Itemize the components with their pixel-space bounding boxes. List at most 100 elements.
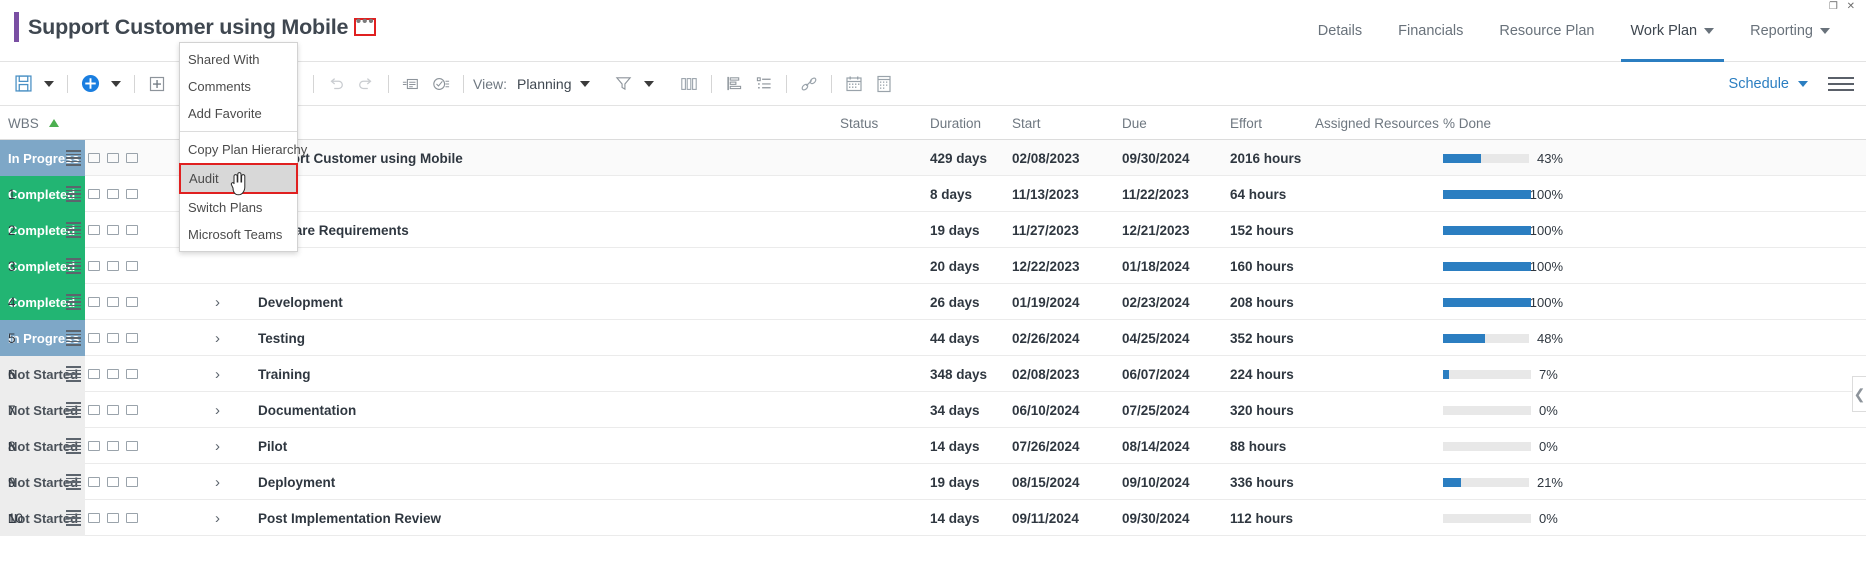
row-icon-group[interactable] — [66, 356, 176, 392]
row-icon-group[interactable] — [66, 140, 176, 176]
schedule-selector[interactable]: Schedule — [1729, 76, 1808, 92]
task-detail-icon[interactable] — [66, 366, 81, 382]
nav-tab-financials[interactable]: Financials — [1380, 0, 1481, 62]
attachment-icon[interactable] — [126, 333, 138, 343]
table-row[interactable]: 4 › Development Completed 26 days 01/19/2024 0… — [0, 284, 1866, 320]
comment-icon[interactable] — [107, 405, 119, 415]
add-task-button[interactable] — [75, 69, 105, 99]
columns-button[interactable] — [674, 69, 704, 99]
attachment-icon[interactable] — [126, 441, 138, 451]
filter-button[interactable] — [608, 69, 638, 99]
table-row[interactable]: 8 › Pilot Not Started 14 days 07/26/2024 08/14… — [0, 428, 1866, 464]
toolbar-menu-button[interactable] — [1828, 76, 1854, 91]
comment-icon[interactable] — [107, 333, 119, 343]
note-icon[interactable] — [88, 189, 100, 199]
note-icon[interactable] — [88, 225, 100, 235]
notes-button[interactable] — [869, 69, 899, 99]
nav-tab-resource-plan[interactable]: Resource Plan — [1481, 0, 1612, 62]
expand-chevron-icon[interactable]: › — [215, 284, 220, 320]
attachment-icon[interactable] — [126, 297, 138, 307]
menu-item-switch-plans[interactable]: Switch Plans — [180, 194, 297, 221]
align-button[interactable] — [719, 69, 749, 99]
attachment-icon[interactable] — [126, 405, 138, 415]
note-icon[interactable] — [88, 477, 100, 487]
attachment-icon[interactable] — [126, 477, 138, 487]
calendar-button[interactable] — [839, 69, 869, 99]
add-dropdown-button[interactable] — [105, 69, 127, 99]
save-button[interactable] — [8, 69, 38, 99]
row-icon-group[interactable] — [66, 392, 176, 428]
plan-options-ellipsis-button[interactable]: ••• — [354, 14, 377, 36]
column-header-wbs[interactable]: WBS — [8, 106, 59, 140]
assign-resource-button[interactable] — [396, 69, 426, 99]
menu-item-shared-with[interactable]: Shared With — [180, 46, 297, 73]
column-header-start[interactable]: Start — [1012, 106, 1041, 140]
attachment-icon[interactable] — [126, 261, 138, 271]
menu-item-audit[interactable]: Audit — [179, 163, 298, 194]
save-dropdown-button[interactable] — [38, 69, 60, 99]
expand-chevron-icon[interactable]: › — [215, 356, 220, 392]
task-detail-icon[interactable] — [66, 402, 81, 418]
column-header-effort[interactable]: Effort — [1230, 106, 1262, 140]
comment-icon[interactable] — [107, 189, 119, 199]
table-row[interactable]: 10 › Post Implementation Review Not Started… — [0, 500, 1866, 536]
column-header-status[interactable]: Status — [840, 106, 878, 140]
row-icon-group[interactable] — [66, 176, 176, 212]
task-detail-icon[interactable] — [66, 150, 81, 166]
expand-chevron-icon[interactable]: › — [215, 464, 220, 500]
note-icon[interactable] — [88, 405, 100, 415]
attachment-icon[interactable] — [126, 189, 138, 199]
note-icon[interactable] — [88, 369, 100, 379]
attachment-icon[interactable] — [126, 153, 138, 163]
table-row[interactable]: 7 › Documentation Not Started 34 days 06/10/2… — [0, 392, 1866, 428]
column-header-duration[interactable]: Duration — [930, 106, 981, 140]
row-icon-group[interactable] — [66, 464, 176, 500]
expand-all-button[interactable] — [142, 69, 172, 99]
table-row[interactable]: 5 › Testing In Progress 44 days 02/26/2024 04/… — [0, 320, 1866, 356]
note-icon[interactable] — [88, 333, 100, 343]
row-icon-group[interactable] — [66, 248, 176, 284]
comment-icon[interactable] — [107, 153, 119, 163]
note-icon[interactable] — [88, 441, 100, 451]
column-header-percent-done[interactable]: % Done — [1443, 106, 1491, 140]
approve-button[interactable] — [426, 69, 456, 99]
expand-chevron-icon[interactable]: › — [215, 500, 220, 536]
note-icon[interactable] — [88, 513, 100, 523]
task-detail-icon[interactable] — [66, 474, 81, 490]
note-icon[interactable] — [88, 261, 100, 271]
task-detail-icon[interactable] — [66, 510, 81, 526]
comment-icon[interactable] — [107, 261, 119, 271]
comment-icon[interactable] — [107, 369, 119, 379]
expand-chevron-icon[interactable]: › — [215, 428, 220, 464]
nav-tab-details[interactable]: Details — [1300, 0, 1380, 62]
link-button[interactable] — [794, 69, 824, 99]
task-detail-icon[interactable] — [66, 222, 81, 238]
view-selector[interactable]: Planning — [513, 76, 595, 92]
note-icon[interactable] — [88, 297, 100, 307]
task-detail-icon[interactable] — [66, 186, 81, 202]
comment-icon[interactable] — [107, 297, 119, 307]
task-detail-icon[interactable] — [66, 294, 81, 310]
filter-dropdown-button[interactable] — [638, 69, 660, 99]
table-row[interactable]: 3 Completed 20 days 12/22/2023 01/18/2024 160… — [0, 248, 1866, 284]
menu-item-comments[interactable]: Comments — [180, 73, 297, 100]
task-detail-icon[interactable] — [66, 438, 81, 454]
menu-item-microsoft-teams[interactable]: Microsoft Teams — [180, 221, 297, 248]
column-header-due[interactable]: Due — [1122, 106, 1147, 140]
note-icon[interactable] — [88, 153, 100, 163]
nav-tab-reporting[interactable]: Reporting — [1732, 0, 1848, 62]
redo-button[interactable] — [351, 69, 381, 99]
row-icon-group[interactable] — [66, 428, 176, 464]
comment-icon[interactable] — [107, 225, 119, 235]
column-header-assigned-resources[interactable]: Assigned Resources — [1315, 106, 1439, 140]
attachment-icon[interactable] — [126, 225, 138, 235]
attachment-icon[interactable] — [126, 513, 138, 523]
comment-icon[interactable] — [107, 441, 119, 451]
undo-button[interactable] — [321, 69, 351, 99]
grid-collapse-handle[interactable]: ❮ — [1852, 376, 1866, 412]
row-icon-group[interactable] — [66, 500, 176, 536]
attachment-icon[interactable] — [126, 369, 138, 379]
nav-tab-work-plan[interactable]: Work Plan — [1613, 0, 1733, 62]
row-icon-group[interactable] — [66, 320, 176, 356]
task-detail-icon[interactable] — [66, 330, 81, 346]
